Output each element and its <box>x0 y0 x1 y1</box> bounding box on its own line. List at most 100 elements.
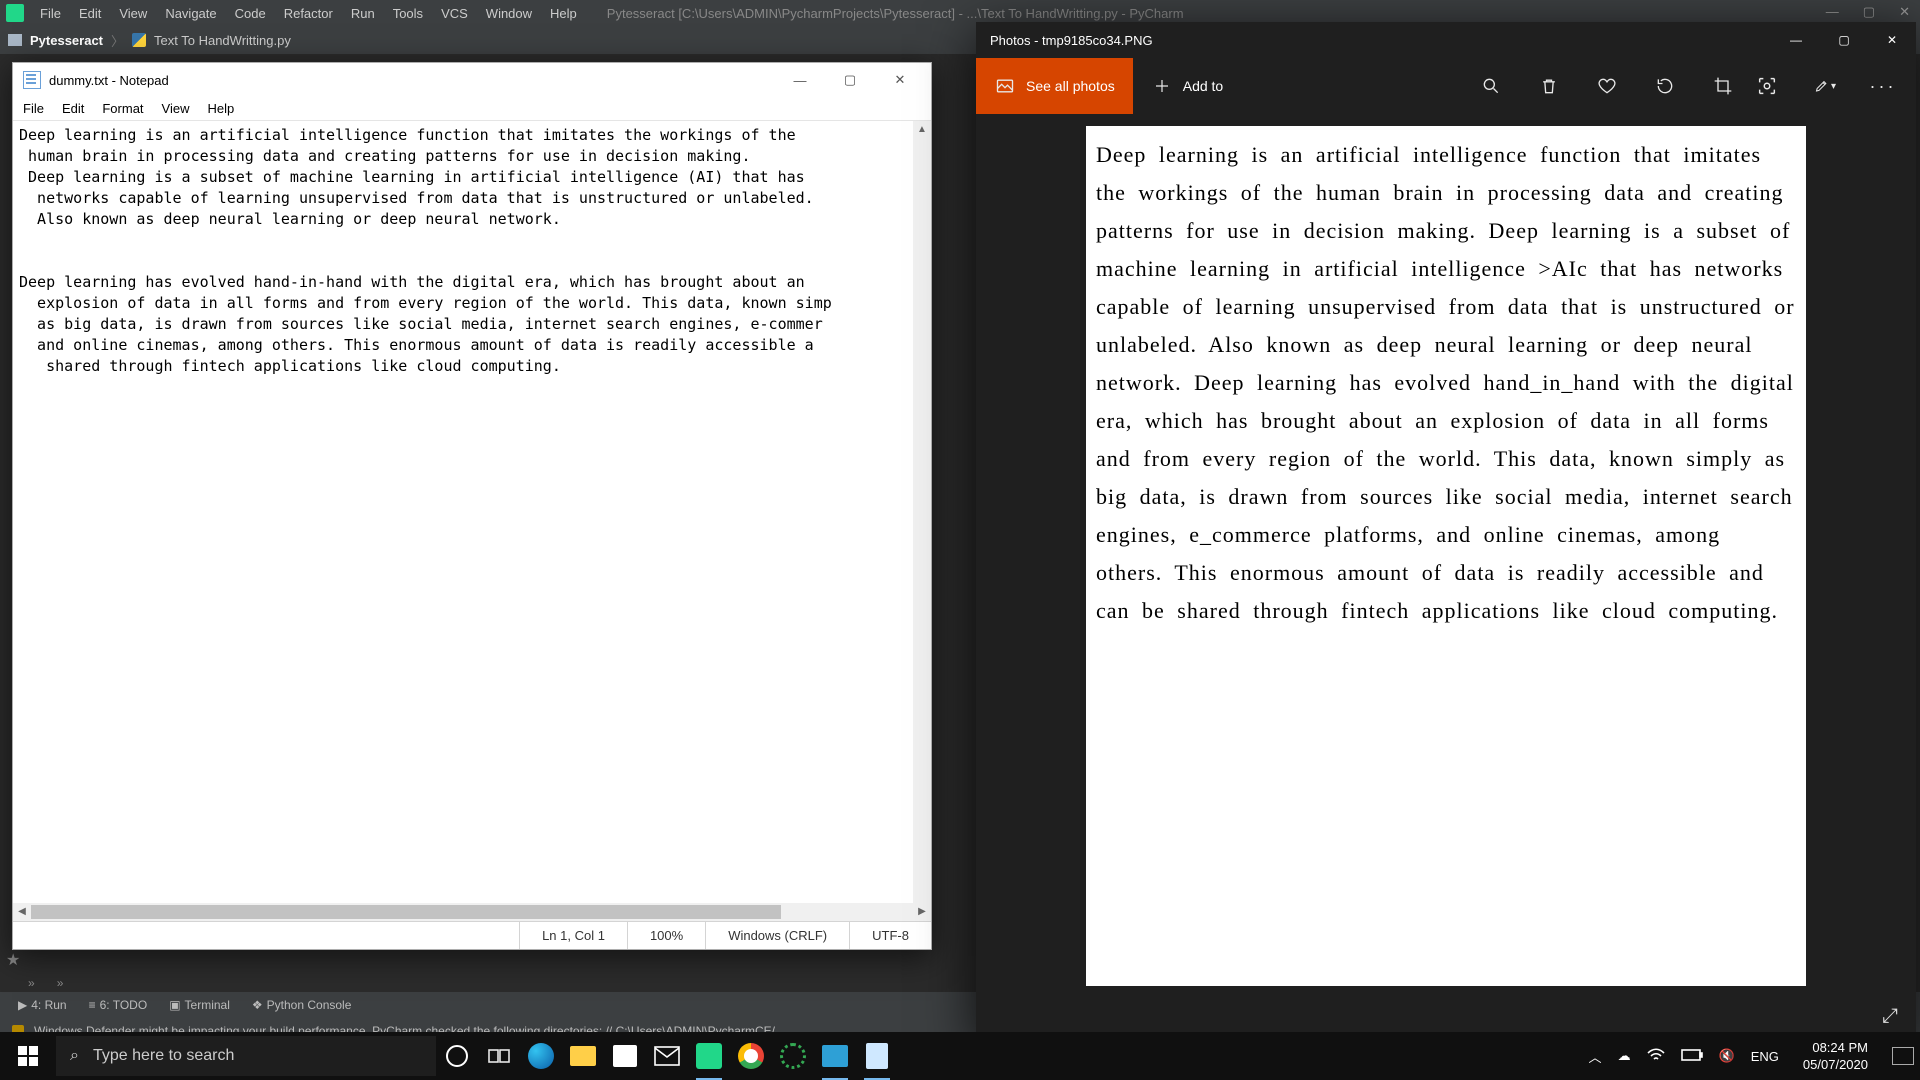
add-to-button[interactable]: Add to <box>1133 58 1241 114</box>
delete-icon[interactable] <box>1538 75 1560 97</box>
see-all-label: See all photos <box>1026 78 1115 94</box>
menu-navigate[interactable]: Navigate <box>157 4 224 23</box>
file-explorer-icon[interactable] <box>562 1032 604 1080</box>
tray-clock[interactable]: 08:24 PM 05/07/2020 <box>1803 1039 1868 1073</box>
scroll-left-icon[interactable]: ◀ <box>13 903 31 921</box>
np-menu-file[interactable]: File <box>15 99 52 118</box>
rotate-icon[interactable] <box>1654 75 1676 97</box>
menu-window[interactable]: Window <box>478 4 540 23</box>
crop-icon[interactable] <box>1712 75 1734 97</box>
notepad-status-bar: Ln 1, Col 1 100% Windows (CRLF) UTF-8 <box>13 921 931 949</box>
taskbar-search[interactable]: ⌕ Type here to search <box>56 1036 436 1076</box>
tray-battery-icon[interactable] <box>1681 1049 1703 1064</box>
scroll-thumb[interactable] <box>31 905 781 919</box>
mail-icon[interactable] <box>646 1032 688 1080</box>
menu-file[interactable]: File <box>32 4 69 23</box>
np-menu-view[interactable]: View <box>154 99 198 118</box>
photos-maximize-icon[interactable]: ▢ <box>1820 22 1868 58</box>
scroll-up-icon[interactable]: ▲ <box>913 121 931 139</box>
np-menu-edit[interactable]: Edit <box>54 99 92 118</box>
status-encoding: UTF-8 <box>849 922 931 949</box>
menu-code[interactable]: Code <box>227 4 274 23</box>
menu-edit[interactable]: Edit <box>71 4 109 23</box>
plus-icon <box>1151 75 1173 97</box>
tray-time: 08:24 PM <box>1803 1039 1868 1056</box>
notepad-window: dummy.txt - Notepad — ▢ ✕ File Edit Form… <box>12 62 932 950</box>
edit-icon[interactable]: ▾ <box>1814 75 1836 97</box>
cortana-icon[interactable] <box>436 1032 478 1080</box>
tool-terminal[interactable]: ▣ Terminal <box>169 998 230 1012</box>
pycharm-minimize-icon[interactable]: — <box>1826 4 1839 20</box>
notepad-text-area[interactable]: Deep learning is an artificial intellige… <box>13 121 931 903</box>
windows-logo-icon <box>18 1046 38 1066</box>
tool-python-console[interactable]: ❖ Python Console <box>252 998 352 1012</box>
photos-taskbar-icon[interactable] <box>814 1032 856 1080</box>
menu-vcs[interactable]: VCS <box>433 4 476 23</box>
pycharm-logo-icon <box>6 4 24 22</box>
breadcrumb-separator: 〉 <box>111 31 124 50</box>
photos-title-text: Photos - tmp9185co34.PNG <box>990 33 1153 48</box>
add-to-label: Add to <box>1183 78 1223 94</box>
action-center-icon[interactable] <box>1892 1047 1914 1065</box>
breadcrumb-project[interactable]: Pytesseract <box>30 33 103 48</box>
start-button[interactable] <box>0 1032 56 1080</box>
photos-canvas[interactable]: Deep learning is an artificial intellige… <box>976 114 1916 1042</box>
menu-help[interactable]: Help <box>542 4 585 23</box>
task-view-icon[interactable] <box>478 1032 520 1080</box>
zoom-icon[interactable] <box>1480 75 1502 97</box>
np-menu-help[interactable]: Help <box>199 99 242 118</box>
windows-taskbar: ⌕ Type here to search ︿ ☁ 🔇 ENG 08:24 PM… <box>0 1032 1920 1080</box>
notepad-taskbar-icon[interactable] <box>856 1032 898 1080</box>
chrome-icon[interactable] <box>730 1032 772 1080</box>
breadcrumb-file[interactable]: Text To HandWritting.py <box>154 33 291 48</box>
favorites-icon[interactable]: ★ <box>6 950 20 970</box>
more-icon[interactable]: ··· <box>1872 75 1894 97</box>
tray-language[interactable]: ENG <box>1751 1049 1779 1064</box>
notepad-close-icon[interactable]: ✕ <box>875 63 925 97</box>
search-visual-icon[interactable] <box>1756 75 1778 97</box>
notepad-title-text: dummy.txt - Notepad <box>49 73 169 88</box>
search-placeholder: Type here to search <box>93 1047 234 1065</box>
np-menu-format[interactable]: Format <box>94 99 151 118</box>
menu-refactor[interactable]: Refactor <box>276 4 341 23</box>
scroll-right-icon[interactable]: ▶ <box>913 903 931 921</box>
tray-onedrive-icon[interactable]: ☁ <box>1618 1048 1631 1064</box>
tool-window-chevrons[interactable]: »» <box>28 976 63 990</box>
menu-run[interactable]: Run <box>343 4 383 23</box>
notepad-text-content[interactable]: Deep learning is an artificial intellige… <box>13 121 931 381</box>
pycharm-maximize-icon[interactable]: ▢ <box>1863 4 1875 20</box>
photos-close-icon[interactable]: ✕ <box>1868 22 1916 58</box>
notepad-horizontal-scrollbar[interactable]: ◀ ▶ <box>13 903 931 921</box>
photos-titlebar[interactable]: Photos - tmp9185co34.PNG — ▢ ✕ <box>976 22 1916 58</box>
app-green-icon[interactable] <box>772 1032 814 1080</box>
tray-date: 05/07/2020 <box>1803 1056 1868 1073</box>
status-cursor-pos: Ln 1, Col 1 <box>519 922 627 949</box>
notepad-maximize-icon[interactable]: ▢ <box>825 63 875 97</box>
see-all-photos-button[interactable]: See all photos <box>976 58 1133 114</box>
expand-icon[interactable]: ⤢ <box>1882 1005 1898 1028</box>
search-icon: ⌕ <box>70 1047 79 1065</box>
system-tray: ︿ ☁ 🔇 ENG 08:24 PM 05/07/2020 <box>1583 1039 1920 1073</box>
favorite-icon[interactable] <box>1596 75 1618 97</box>
photos-toolbar: See all photos Add to ▾ ··· <box>976 58 1916 114</box>
menu-view[interactable]: View <box>111 4 155 23</box>
gallery-icon <box>994 75 1016 97</box>
menu-tools[interactable]: Tools <box>385 4 431 23</box>
microsoft-store-icon[interactable] <box>604 1032 646 1080</box>
notepad-menubar: File Edit Format View Help <box>13 97 931 121</box>
notepad-titlebar[interactable]: dummy.txt - Notepad — ▢ ✕ <box>13 63 931 97</box>
edge-icon[interactable] <box>520 1032 562 1080</box>
notepad-vertical-scrollbar[interactable]: ▲ <box>913 121 931 903</box>
photos-window: Photos - tmp9185co34.PNG — ▢ ✕ See all p… <box>976 22 1916 1042</box>
notepad-minimize-icon[interactable]: — <box>775 63 825 97</box>
tool-run[interactable]: ▶ 4: Run <box>18 998 67 1012</box>
tool-todo[interactable]: ≡ 6: TODO <box>89 998 148 1012</box>
photos-minimize-icon[interactable]: — <box>1772 22 1820 58</box>
tray-wifi-icon[interactable] <box>1647 1048 1665 1065</box>
tray-volume-icon[interactable]: 🔇 <box>1719 1048 1735 1064</box>
pycharm-taskbar-icon[interactable] <box>688 1032 730 1080</box>
tray-chevron-up-icon[interactable]: ︿ <box>1589 1047 1602 1066</box>
python-file-icon <box>132 33 146 47</box>
status-zoom: 100% <box>627 922 705 949</box>
pycharm-close-icon[interactable]: ✕ <box>1899 4 1910 20</box>
